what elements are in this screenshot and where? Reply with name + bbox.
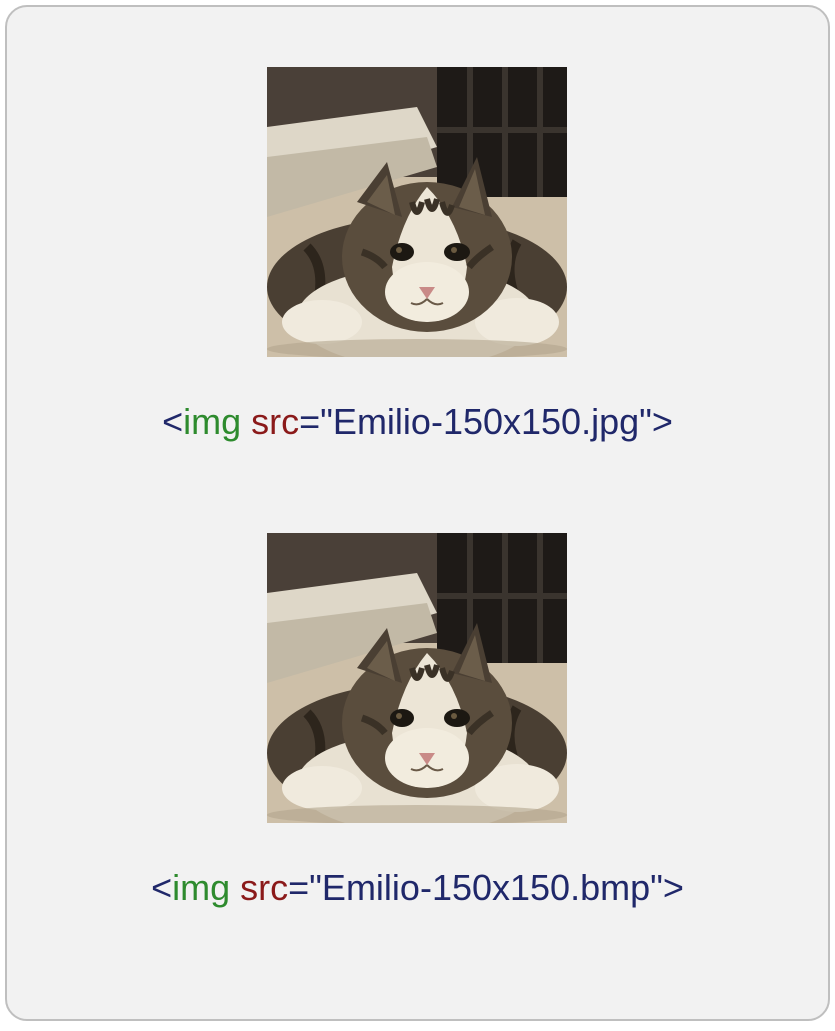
attr-name: src bbox=[251, 401, 299, 442]
attr-value: "Emilio-150x150.bmp" bbox=[309, 867, 663, 908]
example-1: <img src="Emilio-150x150.jpg"> bbox=[162, 67, 673, 443]
example-2: <img src="Emilio-150x150.bmp"> bbox=[151, 533, 684, 909]
code-line-2: <img src="Emilio-150x150.bmp"> bbox=[151, 867, 684, 909]
cat-image-bmp bbox=[267, 533, 567, 823]
bracket-close: > bbox=[652, 401, 673, 442]
tag-name: img bbox=[172, 867, 230, 908]
bracket-open: < bbox=[162, 401, 183, 442]
attr-name: src bbox=[240, 867, 288, 908]
bracket-close: > bbox=[663, 867, 684, 908]
bracket-open: < bbox=[151, 867, 172, 908]
code-line-1: <img src="Emilio-150x150.jpg"> bbox=[162, 401, 673, 443]
attr-value: "Emilio-150x150.jpg" bbox=[320, 401, 652, 442]
examples-panel: <img src="Emilio-150x150.jpg"> bbox=[5, 5, 830, 1021]
cat-image-jpg bbox=[267, 67, 567, 357]
equals-sign: = bbox=[288, 867, 309, 908]
tag-name: img bbox=[183, 401, 241, 442]
equals-sign: = bbox=[299, 401, 320, 442]
